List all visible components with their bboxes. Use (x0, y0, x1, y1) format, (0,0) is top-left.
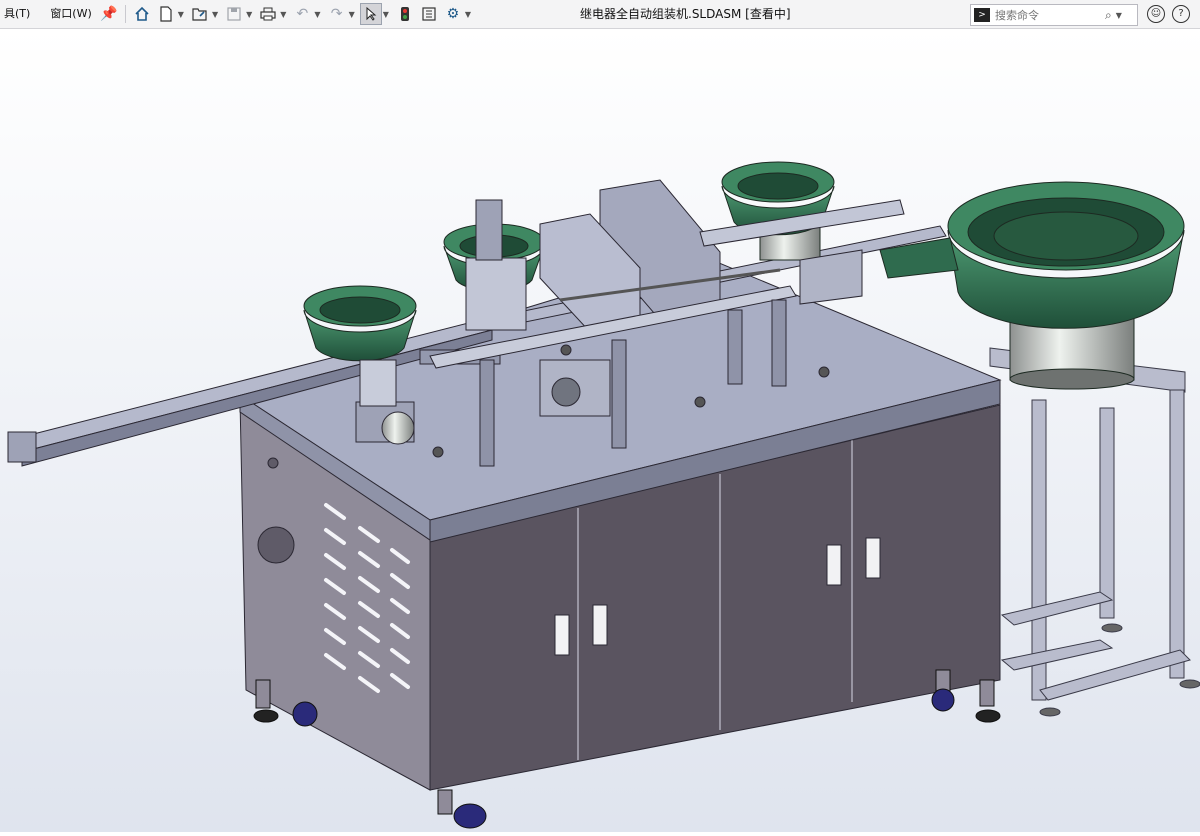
redo-icon[interactable]: ↷ (326, 3, 348, 25)
search-box[interactable]: > ⌕ ▼ (970, 4, 1138, 26)
menu-tools[interactable]: 具(T) (0, 0, 34, 28)
new-document-icon[interactable] (155, 3, 177, 25)
menu-window[interactable]: 窗口(W) (46, 0, 95, 28)
toolbar-separator (124, 5, 126, 23)
search-input[interactable] (993, 7, 1101, 23)
search-icon[interactable]: ⌕ (1105, 8, 1112, 23)
command-prompt-icon: > (974, 8, 990, 22)
undo-icon[interactable]: ↶ (291, 3, 313, 25)
graphics-viewport[interactable] (0, 29, 1200, 832)
assembly-model-render (0, 29, 1200, 832)
save-icon[interactable] (223, 3, 245, 25)
top-toolbar: 具(T) 窗口(W) 📌 ▼ ▼ ▼ ▼ ↶ ▼ ↷ ▼ ▼ ⚙ ▼ 继电器全自… (0, 0, 1200, 29)
new-dropdown-icon[interactable]: ▼ (178, 10, 184, 19)
pin-icon[interactable]: 📌 (98, 3, 120, 25)
select-arrow-icon[interactable] (359, 3, 382, 25)
file-properties-icon[interactable] (418, 3, 440, 25)
search-dropdown-icon[interactable]: ▼ (1116, 11, 1122, 20)
redo-dropdown-icon[interactable]: ▼ (349, 10, 355, 19)
rebuild-traffic-light-icon[interactable] (394, 3, 416, 25)
print-dropdown-icon[interactable]: ▼ (280, 10, 286, 19)
select-dropdown-icon[interactable]: ▼ (383, 10, 389, 19)
open-icon[interactable] (189, 3, 211, 25)
help-icon[interactable]: ? (1172, 5, 1190, 23)
options-gear-icon[interactable]: ⚙ (442, 3, 464, 25)
options-dropdown-icon[interactable]: ▼ (465, 10, 471, 19)
save-dropdown-icon[interactable]: ▼ (246, 10, 252, 19)
home-icon[interactable] (131, 3, 153, 25)
print-icon[interactable] (257, 3, 279, 25)
undo-dropdown-icon[interactable]: ▼ (314, 10, 320, 19)
user-account-icon[interactable]: ☺ (1147, 5, 1165, 23)
window-title: 继电器全自动组装机.SLDASM [查看中] (580, 7, 791, 21)
open-dropdown-icon[interactable]: ▼ (212, 10, 218, 19)
